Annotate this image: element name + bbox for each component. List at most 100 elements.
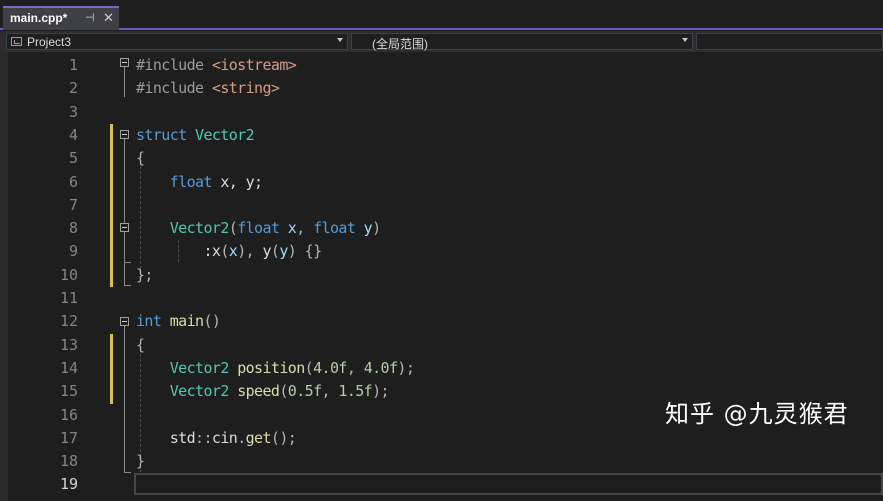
outline-line [124, 472, 131, 473]
code-token: Vector2 [169, 219, 230, 238]
code-token: } [136, 452, 145, 471]
outline-line [124, 67, 125, 97]
line-number: 13 [59, 335, 78, 354]
code-token: . [237, 428, 246, 447]
tab-main-cpp[interactable]: main.cpp* ⊣ ✕ [3, 6, 119, 30]
editor-margin [0, 52, 8, 501]
code-token: ); [397, 358, 415, 377]
outline-line [124, 139, 125, 223]
code-token: struct [136, 125, 196, 144]
line-number: 11 [59, 289, 78, 307]
code-line[interactable]: #include <iostream> [136, 54, 297, 77]
code-line[interactable]: struct Vector2 [136, 124, 255, 147]
code-token: 4.0f [313, 358, 347, 377]
code-token: #include [136, 79, 212, 98]
code-token: 0.5f [287, 382, 322, 401]
code-token: ) [372, 219, 381, 238]
code-editor[interactable]: 1 2 3 4 5 6 7 8 9 10 11 12 13 14 15 16 17 18 19 #include <… [0, 52, 883, 501]
code-line[interactable]: { [136, 334, 145, 357]
collapse-icon[interactable] [120, 130, 129, 139]
code-line[interactable]: std::cin.get(); [136, 427, 297, 450]
code-token: 1.5f [338, 382, 373, 401]
project-dropdown[interactable]: Project3 [6, 33, 348, 50]
collapse-icon[interactable] [120, 223, 129, 232]
code-token: main [169, 312, 204, 331]
code-token: Vector2 [195, 125, 255, 144]
line-number: 16 [59, 405, 78, 424]
code-token: x [279, 219, 297, 238]
line-number: 3 [68, 102, 78, 121]
member-dropdown[interactable] [696, 33, 883, 50]
collapse-icon[interactable] [120, 317, 129, 326]
code-token: speed [237, 382, 280, 401]
project-label: Project3 [27, 35, 72, 49]
line-number: 5 [68, 149, 78, 168]
line-number: 9 [68, 242, 78, 261]
code-token: y [355, 219, 373, 238]
line-number: 10 [59, 265, 78, 284]
code-line[interactable]: int main() [136, 310, 221, 333]
code-token: position [237, 358, 305, 377]
collapse-icon[interactable] [120, 58, 129, 67]
outline-line [124, 326, 125, 472]
code-token: , [321, 382, 339, 401]
code-token: ( [220, 242, 229, 261]
line-number: 1 [68, 56, 78, 74]
code-token: <iostream> [211, 56, 297, 74]
outline-line [124, 285, 131, 286]
code-line[interactable]: }; [136, 264, 153, 287]
code-token: float [313, 219, 356, 238]
code-token: ), [237, 242, 263, 261]
code-token: , [296, 219, 314, 238]
code-token: ( [304, 358, 314, 377]
line-number: 18 [59, 452, 78, 471]
line-number: 4 [68, 125, 78, 144]
code-token: x, y; [211, 172, 263, 191]
code-token: ( [228, 219, 238, 238]
scope-dropdown[interactable]: (全局范围) [351, 33, 693, 51]
code-token: :: [195, 428, 212, 447]
code-token: get [245, 428, 272, 447]
code-line[interactable]: } [136, 450, 145, 473]
code-line[interactable]: :x(x), y(y) {} [136, 240, 322, 263]
line-number: 8 [68, 219, 78, 238]
code-line[interactable]: #include <string> [136, 77, 280, 100]
pin-icon[interactable]: ⊣ [85, 11, 95, 24]
line-number: 14 [59, 358, 78, 377]
chevron-down-icon [682, 38, 688, 42]
code-line[interactable]: float x, y; [136, 171, 263, 194]
code-token: int [136, 312, 170, 331]
chevron-down-icon [337, 38, 343, 42]
line-number: 17 [59, 428, 78, 447]
line-number: 15 [59, 382, 78, 401]
line-number: 7 [68, 195, 78, 214]
watermark: 知乎 @九灵猴君 [665, 400, 849, 428]
code-token: { [136, 335, 145, 354]
code-line[interactable]: { [136, 147, 145, 170]
close-icon[interactable]: ✕ [103, 10, 114, 26]
code-line[interactable]: Vector2 speed(0.5f, 1.5f); [136, 380, 390, 403]
code-token: y [262, 242, 271, 261]
code-token: Vector2 [169, 358, 230, 377]
code-token: x [228, 242, 238, 261]
code-token: #include [136, 56, 212, 74]
code-line[interactable]: Vector2 position(4.0f, 4.0f); [136, 357, 415, 380]
code-line[interactable]: Vector2(float x, float y) [136, 217, 381, 240]
code-token: cin [211, 428, 238, 447]
current-line-highlight [134, 473, 883, 495]
code-token: , [346, 358, 364, 377]
change-bar [110, 334, 113, 404]
code-token: 4.0f [363, 358, 398, 377]
change-bar [110, 124, 113, 287]
code-token: std [136, 428, 196, 447]
code-token: Vector2 [169, 382, 230, 401]
code-token: ) {} [287, 242, 322, 261]
project-icon [11, 37, 22, 46]
code-token: { [136, 149, 145, 168]
code-token: (); [270, 428, 297, 447]
line-number: 2 [68, 79, 78, 98]
code-token: <string> [211, 79, 280, 98]
